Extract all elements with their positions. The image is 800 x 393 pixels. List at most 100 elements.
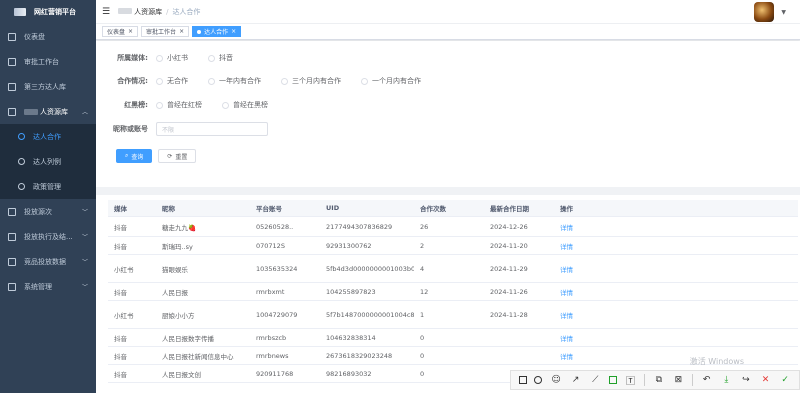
confirm-icon[interactable]: ✓ xyxy=(779,374,791,386)
cell-uid: 2177494307836829 xyxy=(326,222,393,231)
radio-xiaohongshu[interactable]: 小红书 xyxy=(156,53,188,63)
policy-icon xyxy=(18,183,25,190)
col-header: 操作 xyxy=(560,205,573,213)
refresh-icon: ⟳ xyxy=(167,152,173,160)
sidebar-item-system[interactable]: 系统管理 ﹀ xyxy=(0,274,96,299)
grid-icon xyxy=(8,82,16,91)
sidebar-item-third-party[interactable]: 第三方达人库 xyxy=(0,74,96,99)
cell-nick: 人民日报文创 xyxy=(162,370,201,379)
sidebar-item-approval[interactable]: 审批工作台 xyxy=(0,49,96,74)
active-dot-icon xyxy=(197,29,202,34)
radio-coop-1m[interactable]: 一个月内有合作 xyxy=(361,76,421,86)
mosaic-icon[interactable] xyxy=(608,376,617,384)
caret-down-icon[interactable]: ▼ xyxy=(781,9,786,16)
radio-circle xyxy=(208,77,215,85)
list-icon xyxy=(18,158,25,165)
filter-blacklist: 红黑榜: 曾经在红榜 曾经在黑榜 xyxy=(124,100,268,110)
breadcrumb-item[interactable]: 人资源库 xyxy=(134,8,162,16)
col-header: 合作次数 xyxy=(420,205,446,213)
radio-circle xyxy=(156,54,163,62)
cell-nick: 人民日报 xyxy=(162,288,188,297)
tab-talent-coop[interactable]: 达人合作 × xyxy=(192,26,242,37)
text-icon[interactable]: 🅃 xyxy=(625,374,637,387)
tab-approval[interactable]: 审批工作台 × xyxy=(141,26,190,37)
table-row: 小红书 厨娘小小方 1004729079 5f7b1487000000001004c8… xyxy=(108,301,798,329)
filter-nickname: 昵称或账号 不限 xyxy=(96,122,268,136)
table-header: 媒体 昵称 平台账号 UID 合作次数 最新合作日期 操作 xyxy=(108,200,798,217)
cell-nick: 人民日报数字传播 xyxy=(162,334,214,343)
cancel-icon[interactable]: ✕ xyxy=(760,374,772,386)
cell-uid: 5f7b1487000000001004c8 xyxy=(326,310,414,319)
close-icon[interactable]: × xyxy=(231,28,236,35)
close-icon[interactable]: × xyxy=(179,28,184,35)
share-icon[interactable]: ↪ xyxy=(740,374,752,386)
sidebar-item-talent-library[interactable]: 人资源库 ︿ xyxy=(0,99,96,124)
radio-douyin[interactable]: 抖音 xyxy=(208,53,233,63)
arrow-icon[interactable]: ↗ xyxy=(570,374,582,386)
sidebar-subitem-talent-coop[interactable]: 达人合作 xyxy=(0,124,96,149)
cell-account: rmrbxmt xyxy=(256,287,285,296)
radio-no-coop[interactable]: 无合作 xyxy=(156,76,188,86)
nickname-input[interactable]: 不限 xyxy=(156,122,268,136)
detail-link[interactable]: 详情 xyxy=(554,287,614,297)
detail-link[interactable]: 详情 xyxy=(554,310,614,320)
approval-icon xyxy=(8,57,16,66)
cell-media: 抖音 xyxy=(114,242,127,251)
undo-icon[interactable]: ↶ xyxy=(701,374,713,386)
breadcrumb-separator: / xyxy=(166,7,169,16)
pin-icon[interactable]: ⧉ xyxy=(653,374,665,386)
separator-icon xyxy=(644,374,646,386)
radio-circle xyxy=(156,77,163,85)
emoji-icon[interactable]: ☺ xyxy=(550,374,562,386)
hamburger-icon[interactable]: ☰ xyxy=(102,7,110,17)
cell-count: 2 xyxy=(420,241,425,250)
detail-link[interactable]: 详情 xyxy=(554,222,614,232)
filter-actions: ⌕ 查询 ⟳ 重置 xyxy=(116,149,197,163)
ellipse-icon[interactable] xyxy=(534,376,543,384)
search-button[interactable]: ⌕ 查询 xyxy=(116,149,153,163)
cell-uid: 2673618329023248 xyxy=(326,351,393,360)
cell-uid: 92931300762 xyxy=(326,241,372,250)
breadcrumb-current: 达人合作 xyxy=(172,7,201,16)
ocr-icon[interactable]: ⊠ xyxy=(672,374,684,386)
section-divider xyxy=(96,187,800,195)
tags-view: 仪表盘 × 审批工作台 × 达人合作 × xyxy=(96,24,800,40)
radio-coop-1y[interactable]: 一年内有合作 xyxy=(208,76,261,86)
radio-blacklist[interactable]: 曾经在黑榜 xyxy=(222,100,268,110)
cell-nick: 厨娘小小方 xyxy=(162,311,195,320)
screenshot-toolbar: ☺ ↗ ⟋ 🅃 ⧉ ⊠ ↶ ⤓ ↪ ✕ ✓ xyxy=(510,370,800,390)
cell-date: 2024-12-26 xyxy=(490,222,528,231)
sidebar-subitem-talent-list[interactable]: 达人列例 xyxy=(0,149,96,174)
sidebar-item-placement[interactable]: 投放源次 ﹀ xyxy=(0,199,96,224)
radio-circle xyxy=(208,54,215,62)
avatar[interactable] xyxy=(754,2,774,22)
download-icon[interactable]: ⤓ xyxy=(720,374,732,386)
cell-media: 抖音 xyxy=(114,352,127,361)
col-header: 昵称 xyxy=(162,205,175,213)
pen-icon[interactable]: ⟋ xyxy=(589,374,601,386)
reset-button[interactable]: ⟳ 重置 xyxy=(158,149,197,163)
cell-media: 抖音 xyxy=(114,288,127,297)
redacted-text xyxy=(24,108,38,115)
detail-link[interactable]: 详情 xyxy=(554,264,614,274)
sidebar-subitem-policy[interactable]: 政策管理 xyxy=(0,174,96,199)
detail-link[interactable]: 详情 xyxy=(554,333,614,343)
cell-count: 12 xyxy=(420,287,429,296)
breadcrumb: 人资源库 / 达人合作 xyxy=(118,7,200,17)
radio-redlist[interactable]: 曾经在红榜 xyxy=(156,100,202,110)
tab-dashboard[interactable]: 仪表盘 × xyxy=(102,26,139,37)
radio-coop-3m[interactable]: 三个月内有合作 xyxy=(281,76,341,86)
chevron-up-icon: ︿ xyxy=(81,109,88,116)
rectangle-icon[interactable] xyxy=(518,376,527,384)
cell-media: 抖音 xyxy=(114,223,127,232)
logo-icon xyxy=(14,8,26,16)
sidebar-item-execution[interactable]: 投放执行及结... ﹀ xyxy=(0,224,96,249)
sidebar-item-dashboard[interactable]: 仪表盘 xyxy=(0,24,96,49)
cell-uid: 5fb4d3d0000000001003b04 xyxy=(326,264,414,273)
cell-count: 0 xyxy=(420,369,425,378)
cell-media: 抖音 xyxy=(114,334,127,343)
close-icon[interactable]: × xyxy=(128,28,133,35)
sidebar-item-competitor[interactable]: 竞品投放数据 ﹀ xyxy=(0,249,96,274)
detail-link[interactable]: 详情 xyxy=(554,351,614,361)
detail-link[interactable]: 详情 xyxy=(554,241,614,251)
